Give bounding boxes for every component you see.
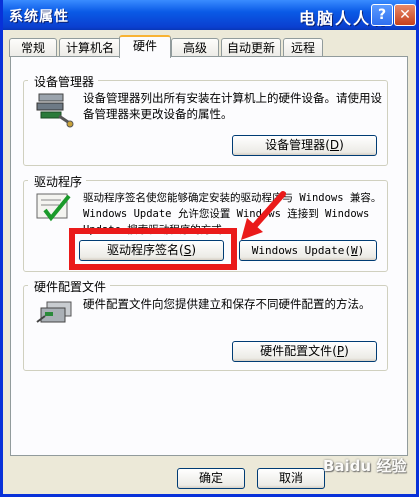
- device-manager-button[interactable]: 设备管理器(D): [232, 135, 377, 156]
- device-manager-icon: [36, 93, 74, 128]
- tab-hardware[interactable]: 硬件: [119, 35, 171, 58]
- hardware-profiles-group-label: 硬件配置文件: [28, 278, 111, 295]
- ok-button[interactable]: 确定: [177, 468, 245, 489]
- driver-signing-icon: [36, 193, 71, 222]
- windows-update-button-key: W: [351, 244, 358, 257]
- close-button[interactable]: ✕: [394, 4, 416, 26]
- device-manager-button-label: 设备管理器: [265, 138, 326, 152]
- device-manager-description: 设备管理器列出所有安装在计算机上的硬件设备。请使用设备管理器来更改设备的属性。: [83, 91, 382, 121]
- baidu-watermark: Baidu 经验: [323, 457, 407, 475]
- windows-update-button[interactable]: Windows Update(W): [239, 240, 377, 261]
- hardware-profiles-button-label: 硬件配置文件: [260, 344, 333, 358]
- tab-general[interactable]: 常规: [9, 38, 57, 57]
- red-arrow-icon: [241, 191, 286, 240]
- tab-automatic-updates[interactable]: 自动更新: [221, 38, 281, 57]
- tab-computer-name[interactable]: 计算机名: [59, 38, 121, 57]
- hardware-profiles-icon: [36, 301, 72, 323]
- windows-update-button-label: Windows Update: [251, 244, 345, 257]
- drivers-group-label: 驱动程序: [28, 173, 87, 190]
- window-title: 系统属性: [9, 9, 69, 25]
- tab-advanced[interactable]: 高级: [171, 38, 219, 57]
- hardware-profiles-button-key: P: [336, 344, 345, 358]
- device-manager-group-label: 设备管理器: [28, 73, 99, 90]
- help-button[interactable]: ?: [371, 4, 393, 26]
- title-bar[interactable]: 系统属性 电脑人人有 ? ✕: [3, 0, 416, 30]
- hardware-profiles-description: 硬件配置文件向您提供建立和保存不同硬件配置的方法。: [83, 297, 371, 311]
- tab-remote[interactable]: 远程: [283, 38, 323, 57]
- cancel-button[interactable]: 取消: [257, 468, 325, 489]
- hardware-profiles-button[interactable]: 硬件配置文件(P): [232, 341, 377, 362]
- device-manager-button-key: D: [329, 138, 340, 152]
- system-properties-window: 系统属性 电脑人人有 ? ✕ 常规 计算机名 硬件 高级 自动更新 远程 设备管…: [0, 0, 419, 497]
- red-highlight-box: [69, 228, 237, 270]
